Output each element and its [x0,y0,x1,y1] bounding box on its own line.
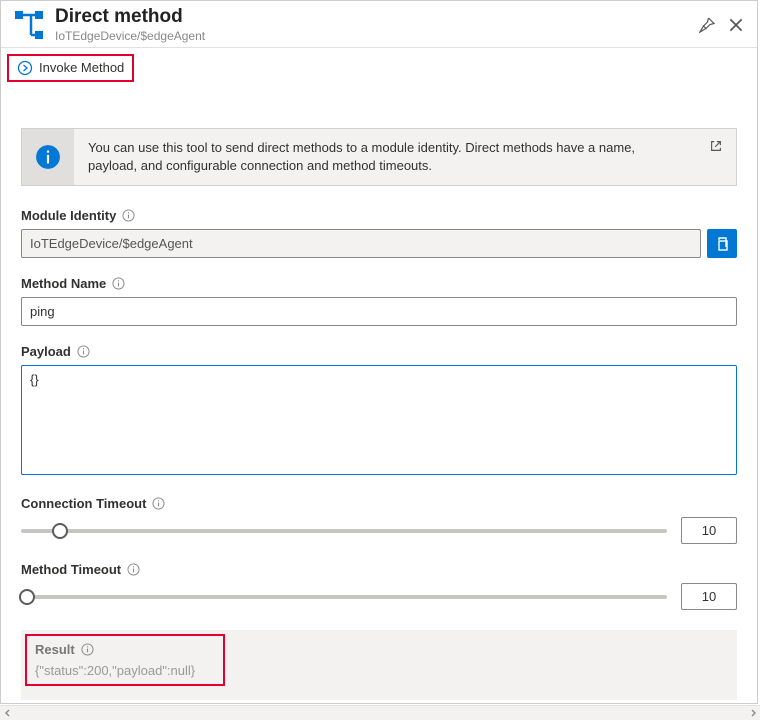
horizontal-scrollbar[interactable] [0,705,760,720]
info-glyph-icon[interactable] [152,497,165,510]
result-block: Result {"status":200,"payload":null} [21,630,737,700]
module-identity-field: Module Identity [21,208,737,258]
invoke-icon [17,60,33,76]
method-timeout-field: Method Timeout 10 [21,562,737,610]
method-timeout-value[interactable]: 10 [681,583,737,610]
invoke-method-button[interactable]: Invoke Method [9,56,132,80]
direct-method-icon [13,9,45,41]
pin-icon[interactable] [699,17,715,33]
highlight-invoke: Invoke Method [7,54,134,82]
slider-thumb[interactable] [52,523,68,539]
direct-method-panel: Direct method IoTEdgeDevice/$edgeAgent I… [0,0,758,704]
info-icon-wrap [22,129,74,185]
info-glyph-icon[interactable] [112,277,125,290]
external-link-icon[interactable] [709,139,723,153]
method-name-field: Method Name [21,276,737,326]
panel-subtitle: IoTEdgeDevice/$edgeAgent [55,29,699,43]
module-identity-label: Module Identity [21,208,116,223]
content-area: You can use this tool to send direct met… [1,88,757,703]
method-timeout-label: Method Timeout [21,562,121,577]
info-glyph-icon[interactable] [81,643,94,656]
scroll-left-icon[interactable] [0,706,15,721]
result-text: {"status":200,"payload":null} [35,663,195,678]
info-glyph-icon[interactable] [77,345,90,358]
method-name-label: Method Name [21,276,106,291]
info-text: You can use this tool to send direct met… [74,129,696,185]
panel-title: Direct method [55,7,699,28]
result-label: Result [35,642,75,657]
connection-timeout-value[interactable]: 10 [681,517,737,544]
info-glyph-icon[interactable] [122,209,135,222]
connection-timeout-field: Connection Timeout 10 [21,496,737,544]
panel-header: Direct method IoTEdgeDevice/$edgeAgent [1,1,757,48]
method-timeout-slider[interactable] [21,587,667,607]
payload-textarea[interactable] [21,365,737,475]
scroll-right-icon[interactable] [745,706,760,721]
payload-label: Payload [21,344,71,359]
method-name-input[interactable] [21,297,737,326]
payload-field: Payload [21,344,737,478]
copy-button[interactable] [707,229,737,258]
highlight-result: Result {"status":200,"payload":null} [25,634,225,686]
slider-thumb[interactable] [19,589,35,605]
close-icon[interactable] [727,16,745,34]
info-banner: You can use this tool to send direct met… [21,128,737,186]
module-identity-input[interactable] [21,229,701,258]
toolbar: Invoke Method [1,48,757,88]
info-glyph-icon[interactable] [127,563,140,576]
copy-icon [714,236,730,252]
invoke-method-label: Invoke Method [39,60,124,75]
connection-timeout-label: Connection Timeout [21,496,146,511]
connection-timeout-slider[interactable] [21,521,667,541]
info-icon [35,144,61,170]
